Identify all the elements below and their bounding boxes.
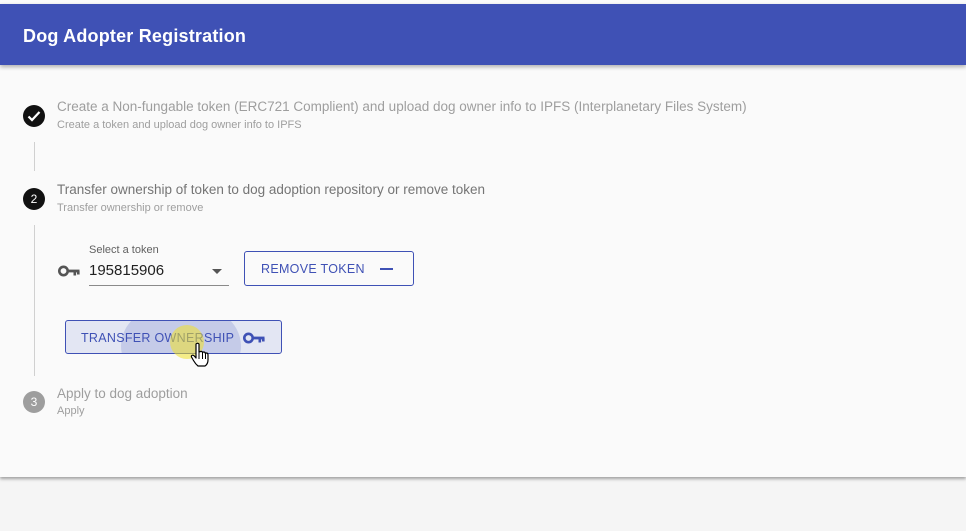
step-2-sublabel: Transfer ownership or remove: [57, 202, 204, 214]
step-1-check-icon[interactable]: [23, 105, 45, 127]
remove-token-label: REMOVE TOKEN: [261, 262, 365, 276]
app-title: Dog Adopter Registration: [23, 26, 247, 46]
stepper-card: [0, 0, 966, 477]
key-icon: [243, 332, 265, 347]
token-select-caption: Select a token: [89, 244, 159, 256]
transfer-ownership-label: TRANSFER OWNERSHIP: [81, 331, 235, 345]
token-select[interactable]: 195815906: [89, 258, 229, 286]
step-3-label[interactable]: Apply to dog adoption: [57, 386, 188, 401]
minus-icon: [380, 268, 393, 270]
step-3-sublabel: Apply: [57, 405, 85, 417]
step-connector: [34, 225, 35, 376]
token-select-value[interactable]: 195815906: [89, 262, 164, 279]
step-connector: [34, 142, 35, 171]
key-icon: [58, 264, 80, 282]
chevron-down-icon[interactable]: [212, 269, 222, 274]
remove-token-button[interactable]: REMOVE TOKEN: [244, 251, 414, 286]
step-1-label[interactable]: Create a Non-fungable token (ERC721 Comp…: [57, 99, 747, 114]
step-3-number[interactable]: 3: [23, 391, 45, 413]
hand-cursor-icon: [190, 342, 210, 373]
step-2-label[interactable]: Transfer ownership of token to dog adopt…: [57, 182, 485, 197]
step-2-number[interactable]: 2: [23, 188, 45, 210]
step-1-sublabel: Create a token and upload dog owner info…: [57, 119, 302, 131]
app-bar: Dog Adopter Registration: [0, 4, 966, 65]
